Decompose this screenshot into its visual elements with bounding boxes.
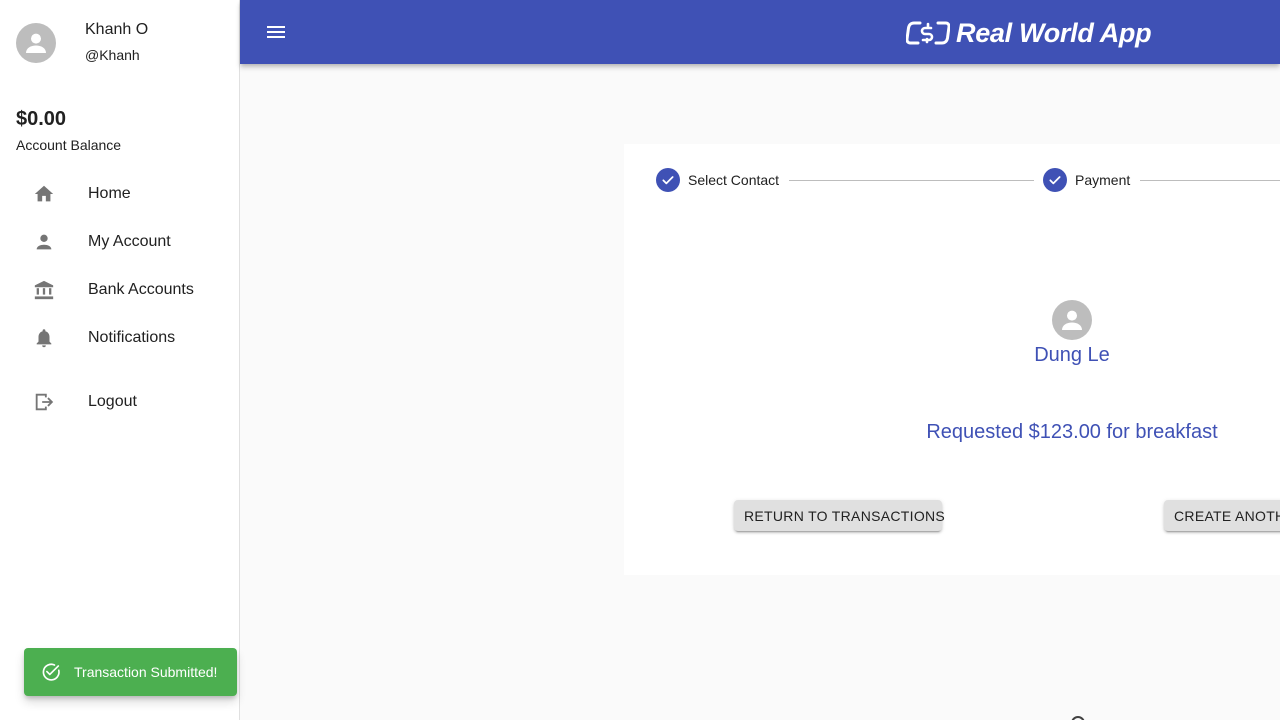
partial-icon	[1071, 716, 1085, 720]
drawer-toggle-button[interactable]	[252, 8, 300, 56]
sidebar-item-home[interactable]: Home	[0, 170, 239, 218]
sidebar-item-notifications[interactable]: Notifications	[0, 314, 239, 362]
sidebar-item-label: Notifications	[88, 329, 176, 346]
sidebar-item-label: My Account	[88, 233, 171, 250]
check-icon	[656, 168, 680, 192]
bank-icon	[32, 278, 56, 302]
check-circle-icon	[42, 663, 60, 681]
logout-icon	[32, 390, 56, 414]
sidebar-item-my-account[interactable]: My Account	[0, 218, 239, 266]
request-summary: Requested $123.00 for breakfast	[926, 421, 1218, 443]
check-icon	[1043, 168, 1067, 192]
step-connector	[789, 180, 1034, 181]
step-payment: Payment	[1043, 168, 1130, 192]
logo-icon	[906, 21, 950, 45]
user-handle: @Khanh	[85, 47, 140, 63]
app-title: Real World App	[956, 17, 1152, 48]
user-profile: Khanh O @Khanh	[16, 21, 226, 65]
menu-icon	[267, 26, 285, 38]
step-label: Select Contact	[688, 172, 780, 188]
contact-avatar	[1052, 300, 1092, 340]
sidebar-item-label: Bank Accounts	[88, 281, 194, 298]
return-to-transactions-button[interactable]: RETURN TO TRANSACTIONS	[734, 500, 945, 531]
account-balance-amount: $0.00	[16, 108, 67, 130]
step-connector	[1140, 180, 1280, 181]
create-another-transaction-button[interactable]: CREATE ANOTH	[1164, 500, 1280, 531]
top-app-bar: Real World App	[240, 0, 1280, 64]
app-logo[interactable]: Real World App	[906, 16, 1152, 50]
user-full-name: Khanh O	[85, 21, 149, 38]
step-select-contact: Select Contact	[656, 168, 779, 192]
sidebar-item-bank-accounts[interactable]: Bank Accounts	[0, 266, 239, 314]
person-icon	[1062, 310, 1082, 330]
bell-icon	[32, 326, 56, 350]
person-icon	[26, 33, 46, 53]
person-icon	[32, 230, 56, 254]
sidebar-item-label: Logout	[88, 393, 137, 410]
sidebar-item-label: Home	[88, 185, 131, 202]
success-snackbar: Transaction Submitted!	[24, 648, 237, 696]
step-label: Payment	[1075, 172, 1131, 188]
home-icon	[32, 182, 56, 206]
user-avatar	[16, 23, 56, 63]
sidebar-drawer: Khanh O @Khanh $0.00 Account Balance Hom…	[0, 0, 240, 720]
snackbar-message: Transaction Submitted!	[74, 664, 218, 680]
transaction-complete-card: Select Contact Payment Dung Le Requested…	[624, 144, 1280, 575]
sidebar-item-logout[interactable]: Logout	[0, 378, 239, 426]
account-balance-label: Account Balance	[16, 137, 122, 153]
contact-name: Dung Le	[1034, 344, 1110, 366]
